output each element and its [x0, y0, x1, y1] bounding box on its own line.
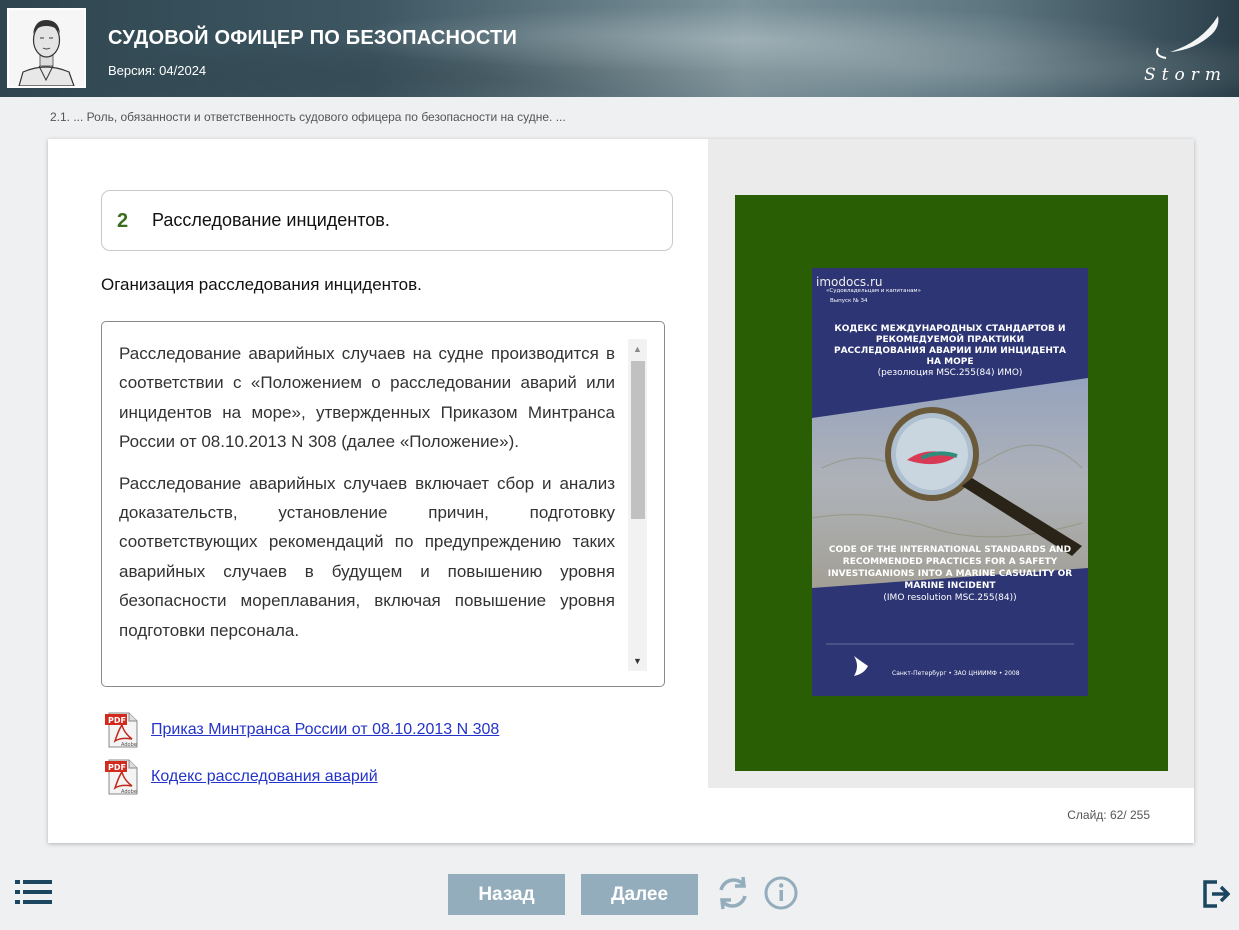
info-icon[interactable]: [763, 874, 799, 912]
book-cover-image: imodocs.ru «Судовладельцам и капитанам» …: [812, 268, 1088, 696]
book-resolution-ru: (резолюция MSC.255(84) ИМО): [877, 368, 1023, 378]
svg-text:Adobe: Adobe: [121, 742, 137, 748]
breadcrumb: 2.1. ... Роль, обязанности и ответственн…: [50, 110, 566, 124]
svg-text:Adobe: Adobe: [121, 789, 137, 795]
document-link-order[interactable]: PDF Adobe Приказ Минтранса России от 08.…: [105, 711, 499, 749]
slide-counter: Слайд: 62/ 255: [1067, 808, 1150, 822]
scrollable-text-box[interactable]: Расследование аварийных случаев на судне…: [101, 321, 665, 687]
section-number: 2: [117, 210, 129, 232]
pdf-icon: PDF Adobe: [105, 758, 141, 796]
pdf-icon: PDF Adobe: [105, 711, 141, 749]
section-title: Расследование инцидентов.: [152, 210, 390, 230]
officer-avatar: [7, 8, 86, 88]
book-title-ru: КОДЕКС МЕЖДУНАРОДНЫХ СТАНДАРТОВ И РЕКОМЕ…: [833, 324, 1067, 367]
text-content: Расследование аварийных случаев на судне…: [119, 339, 615, 675]
document-link-label[interactable]: Приказ Минтранса России от 08.10.2013 N …: [151, 721, 499, 739]
book-issue: Выпуск № 34: [830, 298, 868, 304]
back-button[interactable]: Назад: [448, 874, 565, 915]
logo-text: Storm: [1144, 65, 1227, 84]
slide-card: 2 Расследование инцидентов. Оганизация р…: [48, 139, 1194, 843]
refresh-icon[interactable]: [715, 874, 751, 912]
document-link-label[interactable]: Кодекс расследования аварий: [151, 768, 378, 786]
app-version: Версия: 04/2024: [108, 63, 207, 78]
image-frame: imodocs.ru «Судовладельцам и капитанам» …: [735, 195, 1168, 771]
svg-text:PDF: PDF: [108, 763, 126, 772]
text-paragraph: Расследование аварийных случаев на судне…: [119, 344, 615, 452]
book-resolution-en: (IMO resolution MSC.255(84)): [883, 593, 1017, 603]
scroll-up-arrow-icon[interactable]: ▲: [628, 339, 647, 359]
book-watermark: imodocs.ru: [816, 275, 883, 289]
book-series: «Судовладельцам и капитанам»: [826, 288, 921, 294]
text-paragraph: Расследование аварийных случаев включает…: [119, 473, 615, 640]
storm-logo: Storm: [1140, 12, 1232, 85]
image-panel: imodocs.ru «Судовладельцам и капитанам» …: [708, 139, 1194, 788]
book-publisher: Санкт-Петербург • ЗАО ЦНИИМФ • 2008: [892, 670, 1020, 677]
exit-icon[interactable]: [1202, 879, 1231, 909]
slide-subtitle: Оганизация расследования инцидентов.: [101, 275, 422, 294]
next-button[interactable]: Далее: [581, 874, 698, 915]
app-title: СУДОВОЙ ОФИЦЕР ПО БЕЗОПАСНОСТИ: [108, 27, 518, 49]
section-heading-box: 2 Расследование инцидентов.: [101, 190, 673, 251]
document-link-code[interactable]: PDF Adobe Кодекс расследования аварий: [105, 758, 378, 796]
app-header: СУДОВОЙ ОФИЦЕР ПО БЕЗОПАСНОСТИ Версия: 0…: [0, 0, 1239, 97]
menu-list-icon[interactable]: [15, 880, 52, 904]
book-title-en: CODE OF THE INTERNATIONAL STANDARDS AND …: [827, 545, 1073, 591]
svg-text:PDF: PDF: [108, 716, 126, 725]
scroll-thumb[interactable]: [631, 361, 645, 519]
vertical-scrollbar[interactable]: ▲ ▼: [628, 339, 647, 671]
scroll-down-arrow-icon[interactable]: ▼: [628, 651, 647, 671]
